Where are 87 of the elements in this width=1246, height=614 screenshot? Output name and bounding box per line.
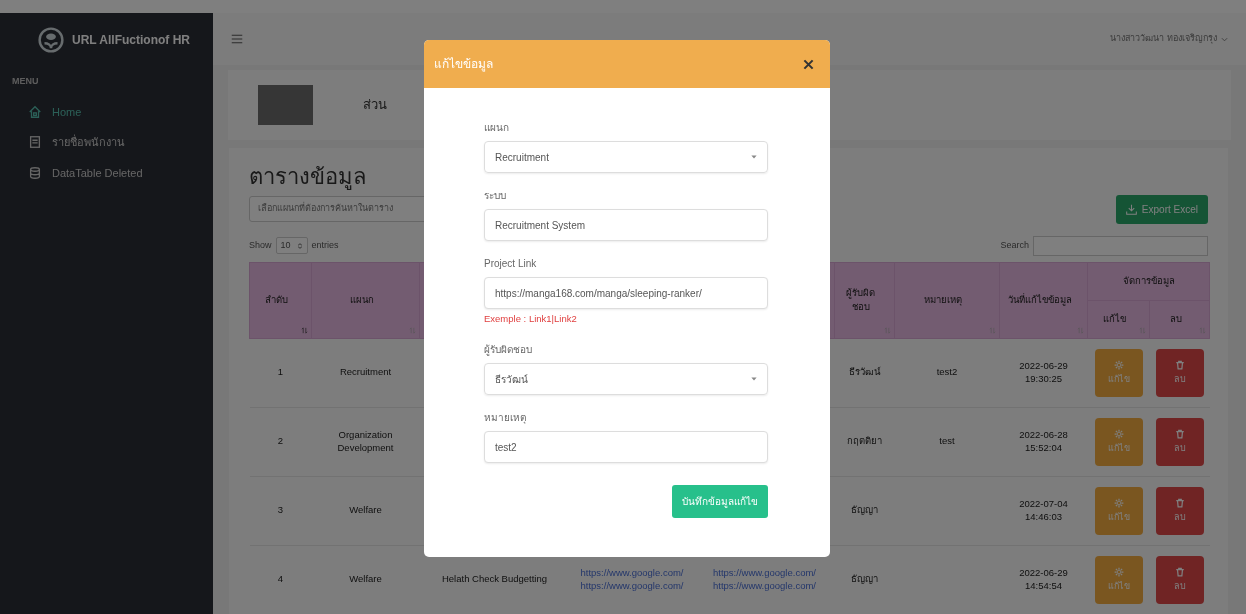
table-cell: กฤตติยา <box>847 435 882 447</box>
table-title: ตารางข้อมูล <box>249 162 367 192</box>
sidebar-item[interactable]: รายชื่อพนักงาน <box>0 127 213 158</box>
help-text: Exemple : Link1|Link2 <box>484 312 578 326</box>
gear-icon <box>1113 567 1124 578</box>
database-icon <box>28 165 42 180</box>
field-label: ระบบ <box>484 189 507 203</box>
input-field[interactable]: test2 <box>484 431 768 464</box>
search-label: Search <box>1000 238 1029 252</box>
field-label: หมายเหตุ <box>484 411 527 426</box>
field-label: แผนก <box>484 121 510 135</box>
save-button[interactable]: บันทึกข้อมูลแก้ไข <box>672 485 768 519</box>
table-cell: 2022-06-29 19:30:25 <box>1019 359 1068 384</box>
caret-icon <box>751 376 757 383</box>
sidebar-item[interactable]: Home <box>0 96 213 127</box>
field-label: Project Link <box>484 257 538 271</box>
column-header[interactable]: วันที่แก้ไขข้อมูล <box>999 262 1088 338</box>
link[interactable]: https://www.google.com/ <box>698 579 831 593</box>
gear-icon <box>1113 428 1124 439</box>
search-field[interactable] <box>1033 235 1208 256</box>
input-field[interactable]: Recruitment System <box>484 209 768 241</box>
caret-icon <box>1221 35 1228 43</box>
table-cell: Helath Check Budgetting <box>441 573 548 585</box>
table-cell: 2 <box>277 435 284 447</box>
select-field[interactable]: Recruitment <box>484 141 768 173</box>
photo-placeholder <box>258 85 313 125</box>
trash-icon <box>1174 497 1185 508</box>
table-cell: ธัญญา <box>851 573 878 585</box>
edit-button[interactable]: แก้ไข <box>1094 486 1143 535</box>
table-cell: 2022-06-28 15:52:04 <box>1019 428 1068 453</box>
table-cell: 3 <box>277 504 284 516</box>
table-cell: 4 <box>277 573 284 585</box>
table-cell: 2022-07-04 14:46:03 <box>1019 497 1068 522</box>
home-icon <box>28 104 42 119</box>
sort-icon <box>301 325 308 335</box>
table-cell: ธัญญา <box>851 504 878 516</box>
link[interactable]: https://www.google.com/ <box>573 566 691 580</box>
table-cell: test <box>939 435 955 447</box>
table-cell: ธีรวัฒน์ <box>849 366 880 378</box>
table-cell: Recruitment <box>339 366 392 378</box>
link[interactable]: https://www.google.com/ <box>573 579 691 593</box>
gear-icon <box>1113 359 1124 370</box>
entries-label: entries <box>311 238 339 252</box>
gear-icon <box>1113 497 1124 508</box>
trash-icon <box>1174 359 1185 370</box>
menu-heading: MENU <box>11 75 40 88</box>
column-header[interactable]: แก้ไข <box>1087 300 1150 338</box>
delete-button[interactable]: ลบ <box>1155 348 1204 397</box>
close-icon <box>803 58 814 70</box>
table-cell: 2022-06-29 14:54:54 <box>1019 566 1068 591</box>
field-label: ผู้รับผิดชอบ <box>484 343 533 358</box>
table-cell: Welfare <box>349 573 382 585</box>
delete-button[interactable]: ลบ <box>1155 417 1204 466</box>
column-header[interactable]: ผู้รับผิดชอบ <box>834 262 895 338</box>
link[interactable]: https://www.google.com/ <box>698 566 831 580</box>
column-header[interactable]: ลบ <box>1149 300 1210 338</box>
page-size-select[interactable]: 10 <box>275 236 308 255</box>
column-header[interactable]: แผนก <box>311 262 420 338</box>
user-menu[interactable]: นางสาววัฒนา ทองเจริญกรุง <box>1110 32 1228 46</box>
edit-button[interactable]: แก้ไข <box>1094 417 1143 466</box>
profile-text: ส่วน <box>363 96 387 115</box>
download-icon <box>1125 203 1137 215</box>
table-cell: Organization Development <box>337 428 394 453</box>
caret-icon <box>751 154 757 160</box>
logo-icon <box>38 27 64 53</box>
trash-icon <box>1174 567 1185 578</box>
dialog-title: แก้ไขข้อมูล <box>434 56 493 73</box>
brand-name: URL AllFuctionof HR <box>72 32 190 49</box>
input-field[interactable]: https://manga168.com/manga/sleeping-ranker/ <box>484 277 768 309</box>
table-cell: Welfare <box>349 504 382 516</box>
show-label: Show <box>249 238 272 252</box>
sidebar-item[interactable]: DataTable Deleted <box>0 157 213 188</box>
list-icon <box>28 135 42 150</box>
table-cell: test2 <box>936 366 958 378</box>
column-header: จัดการข้อมูล <box>1087 262 1210 300</box>
menu-icon <box>231 33 243 46</box>
select-field[interactable]: ธีรวัฒน์ <box>484 363 768 396</box>
column-header[interactable]: ลำดับ <box>249 262 312 338</box>
edit-button[interactable]: แก้ไข <box>1094 348 1143 397</box>
table-cell: 1 <box>277 366 284 378</box>
delete-button[interactable]: ลบ <box>1155 486 1204 535</box>
export-excel-button[interactable]: Export Excel <box>1115 194 1208 224</box>
column-header[interactable]: หมายเหตุ <box>894 262 1000 338</box>
trash-icon <box>1174 428 1185 439</box>
edit-button[interactable]: แก้ไข <box>1094 555 1143 604</box>
sort-caret-icon <box>296 241 303 250</box>
delete-button[interactable]: ลบ <box>1155 555 1204 604</box>
